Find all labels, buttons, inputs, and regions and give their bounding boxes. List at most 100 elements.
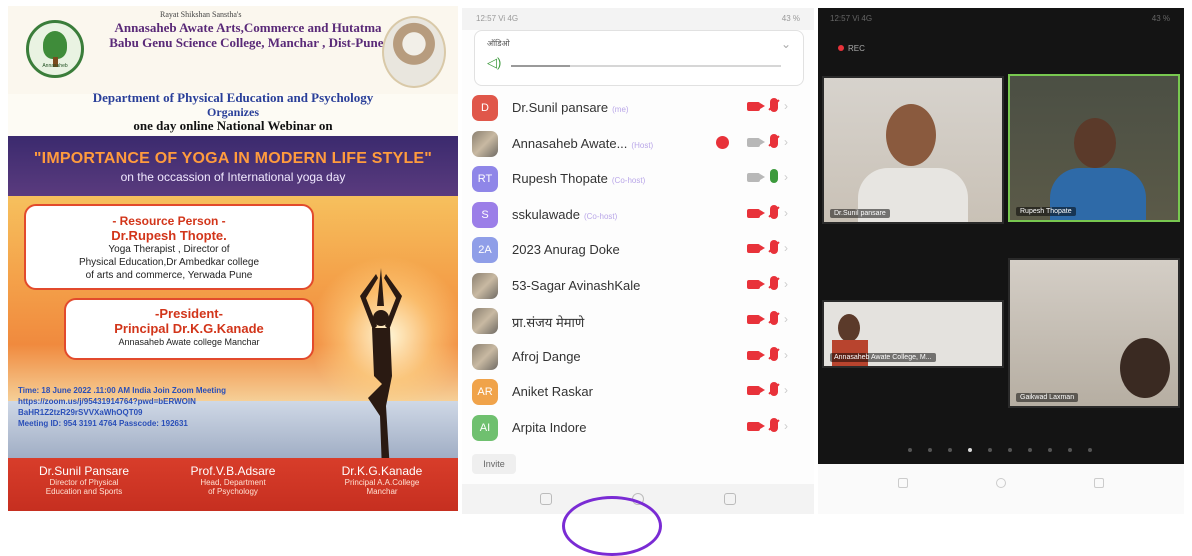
footer-person: Dr.K.G.Kanade Principal A.A.College Manc… xyxy=(341,464,423,496)
chevron-right-icon[interactable]: › xyxy=(784,419,788,433)
college-logo: Annasaheb xyxy=(26,20,84,78)
participant-name: 2023 Anurag Doke xyxy=(512,242,620,257)
participant-row[interactable]: AI Arpita Indore › xyxy=(462,410,814,446)
footer-person: Prof.V.B.Adsare Head, Department of Psyc… xyxy=(190,464,276,496)
avatar xyxy=(472,272,498,299)
chevron-right-icon[interactable]: › xyxy=(784,383,788,397)
zoom-meeting-info: Time: 18 June 2022 .11:00 AM India Join … xyxy=(18,385,318,429)
pen-annotation xyxy=(562,496,662,556)
status-bar: 12:57 Vi 4G 43 % xyxy=(830,14,1170,23)
video-tile-active-speaker[interactable]: Rupesh Thopate xyxy=(1008,74,1180,222)
page-indicator xyxy=(908,448,1098,454)
video-off-icon[interactable] xyxy=(747,102,765,111)
video-off-icon[interactable] xyxy=(747,421,765,431)
yoga-silhouette xyxy=(360,268,402,471)
participant-row[interactable]: Annasaheb Awate... (Host) › xyxy=(462,126,814,162)
avatar: AI xyxy=(472,414,498,441)
zoom-link[interactable]: https://zoom.us/j/95431914764?pwd=bERWOl… xyxy=(18,396,318,407)
video-tile[interactable]: Dr.Sunil pansare xyxy=(822,76,1004,224)
video-off-icon[interactable] xyxy=(747,137,765,147)
video-off-icon[interactable] xyxy=(747,350,765,360)
poster-header: Annasaheb Rayat Shikshan Sanstha's Annas… xyxy=(8,6,458,94)
avatar: 2A xyxy=(472,237,498,263)
video-off-icon[interactable] xyxy=(747,279,765,289)
participant-row[interactable]: 53-Sagar AvinashKale › xyxy=(462,268,814,304)
avatar: RT xyxy=(472,166,498,192)
invite-button[interactable]: Invite xyxy=(472,454,516,474)
participants-screen: 12:57 Vi 4G 43 % ऑडिओ ⌄ ◁) D Dr.Sunil pan… xyxy=(462,8,814,556)
college-name: Annasaheb Awate Arts,Commerce and Hutatm… xyxy=(109,20,387,50)
recording-icon xyxy=(716,135,729,149)
participant-role-tag: (Host) xyxy=(631,140,654,150)
mic-muted-icon[interactable] xyxy=(770,275,778,290)
mic-muted-icon[interactable] xyxy=(770,133,778,148)
participant-row[interactable]: 2A 2023 Anurag Doke › xyxy=(462,232,814,268)
participant-row[interactable]: प्रा.संजय मेमाणे › xyxy=(462,303,814,339)
participant-name: Aniket Raskar xyxy=(512,384,593,399)
android-nav-bar xyxy=(818,464,1184,514)
founder-photo xyxy=(382,16,446,88)
mic-muted-icon[interactable] xyxy=(770,98,778,112)
volume-slider[interactable] xyxy=(511,65,781,67)
participant-name: Rupesh Thopate (Co-host) xyxy=(512,171,646,186)
chevron-down-icon[interactable]: ⌄ xyxy=(781,37,791,51)
webinar-line: one day online National Webinar on xyxy=(133,118,333,133)
chevron-right-icon[interactable]: › xyxy=(784,99,788,113)
avatar: D xyxy=(472,95,498,121)
recent-apps-icon[interactable] xyxy=(540,493,552,505)
status-bar: 12:57 Vi 4G 43 % xyxy=(462,8,814,30)
webinar-title: "IMPORTANCE OF YOGA IN MODERN LIFE STYLE… xyxy=(33,150,433,167)
video-off-icon[interactable] xyxy=(747,315,765,324)
video-off-icon[interactable] xyxy=(747,173,765,182)
zoom-link-cont[interactable]: BaHR1Z2tzR29rSVVXaWhOQT09 xyxy=(18,407,318,418)
chevron-right-icon[interactable]: › xyxy=(784,348,788,362)
participant-name: Annasaheb Awate... (Host) xyxy=(512,135,654,151)
speaker-icon[interactable]: ◁) xyxy=(487,55,501,71)
president-name: Principal Dr.K.G.Kanade xyxy=(114,321,264,336)
participant-row[interactable]: D Dr.Sunil pansare (me) › xyxy=(462,90,814,126)
resource-person-box: - Resource Person - Dr.Rupesh Thopte. Yo… xyxy=(24,204,314,290)
mic-muted-icon[interactable] xyxy=(770,346,778,361)
video-tile[interactable]: Gaikwad Laxman xyxy=(1008,258,1180,408)
participant-row[interactable]: Afroj Dange › xyxy=(462,339,814,375)
avatar xyxy=(472,343,498,370)
video-off-icon[interactable] xyxy=(747,244,765,253)
participant-row[interactable]: RT Rupesh Thopate (Co-host) › xyxy=(462,161,814,197)
mic-muted-icon[interactable] xyxy=(770,311,778,325)
participant-row[interactable]: Ssskulawade (Co-host) › xyxy=(462,197,814,233)
back-icon[interactable] xyxy=(724,493,736,505)
video-tile[interactable]: Annasaheb Awate College, M... xyxy=(822,300,1004,368)
chevron-right-icon[interactable]: › xyxy=(784,170,788,184)
avatar: AR xyxy=(472,379,498,405)
home-icon[interactable] xyxy=(996,478,1006,488)
chevron-right-icon[interactable]: › xyxy=(784,206,788,220)
participant-name: प्रा.संजय मेमाणे xyxy=(512,315,585,330)
mic-icon[interactable] xyxy=(770,169,778,183)
mic-muted-icon[interactable] xyxy=(770,382,778,396)
webinar-subtitle: on the occassion of International yoga d… xyxy=(120,170,346,184)
audio-panel[interactable]: ऑडिओ ⌄ ◁) xyxy=(474,30,804,86)
back-icon[interactable] xyxy=(1094,478,1104,488)
chevron-right-icon[interactable]: › xyxy=(784,312,788,326)
video-off-icon[interactable] xyxy=(747,386,765,395)
chevron-right-icon[interactable]: › xyxy=(784,135,788,149)
video-off-icon[interactable] xyxy=(747,208,765,218)
mic-muted-icon[interactable] xyxy=(770,204,778,219)
audio-label: ऑडिओ xyxy=(487,39,510,48)
recent-apps-icon[interactable] xyxy=(898,478,908,488)
tile-name-label: Gaikwad Laxman xyxy=(1016,393,1079,402)
chevron-right-icon[interactable]: › xyxy=(784,241,788,255)
avatar xyxy=(472,308,498,334)
mic-muted-icon[interactable] xyxy=(770,417,778,432)
participant-name: Dr.Sunil pansare (me) xyxy=(512,100,629,115)
poster-footer: Dr.Sunil Pansare Director of Physical Ed… xyxy=(8,458,458,511)
participant-role-tag: (me) xyxy=(612,105,629,114)
avatar: S xyxy=(472,201,498,228)
president-box: -President- Principal Dr.K.G.Kanade Anna… xyxy=(64,298,314,360)
participant-name: sskulawade (Co-host) xyxy=(512,206,618,222)
mic-muted-icon[interactable] xyxy=(770,240,778,254)
participant-row[interactable]: AR Aniket Raskar › xyxy=(462,374,814,410)
chevron-right-icon[interactable]: › xyxy=(784,277,788,291)
participant-name: Afroj Dange xyxy=(512,348,581,364)
title-banner: "IMPORTANCE OF YOGA IN MODERN LIFE STYLE… xyxy=(8,136,458,196)
